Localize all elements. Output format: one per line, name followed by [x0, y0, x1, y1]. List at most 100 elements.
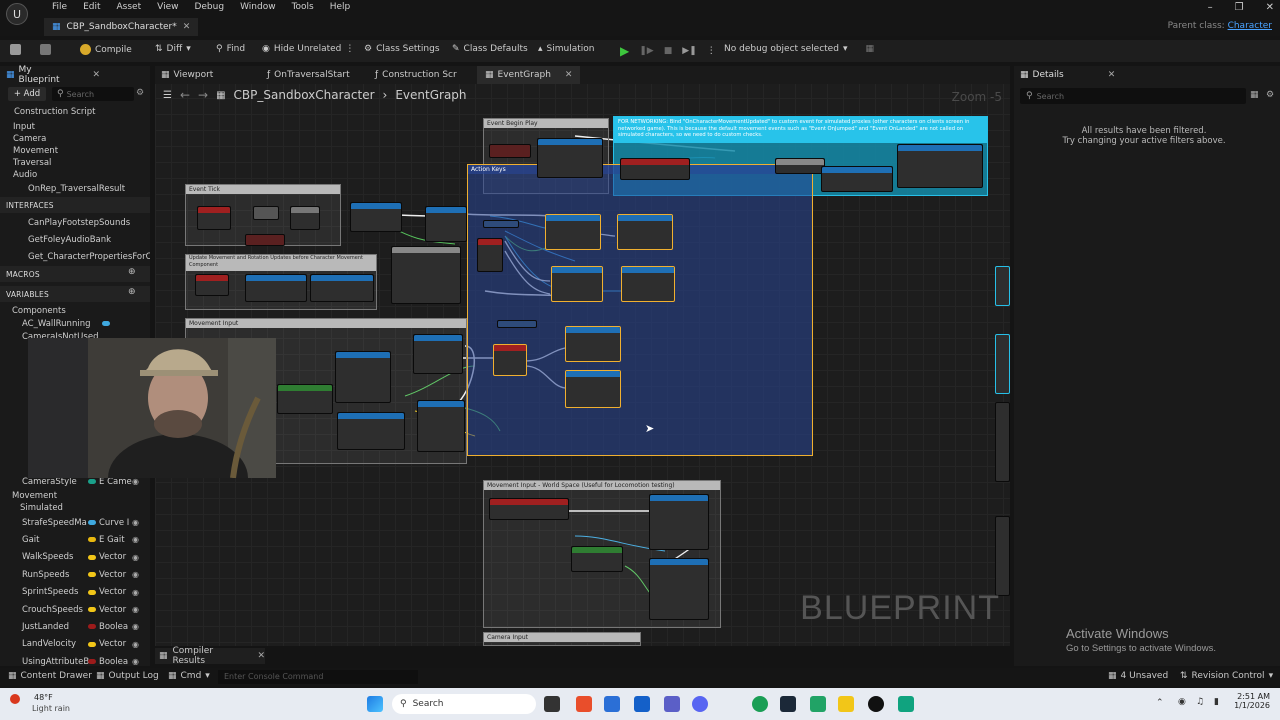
- settings-icon[interactable]: ⚙: [1266, 90, 1274, 100]
- class-defaults-button[interactable]: ✎ Class Defaults: [452, 44, 528, 54]
- app-icon-unreal[interactable]: [868, 696, 884, 712]
- unreal-logo-icon[interactable]: U: [6, 3, 28, 25]
- node-add-movement-input[interactable]: [413, 334, 463, 374]
- node-function-call[interactable]: [350, 202, 402, 232]
- interface-get-character-properties[interactable]: Get_CharacterPropertiesForC: [0, 249, 150, 264]
- app-icon-chatgpt[interactable]: [898, 696, 914, 712]
- variable-row[interactable]: SprintSpeeds Vector ◉: [0, 585, 150, 600]
- weather-widget[interactable]: 48°F Light rain: [8, 692, 70, 716]
- windows-start-icon[interactable]: [367, 696, 383, 712]
- eye-icon[interactable]: ◉: [132, 477, 139, 486]
- table-view-icon[interactable]: ▦: [1250, 90, 1259, 100]
- node-input-key[interactable]: [493, 344, 527, 376]
- revision-control-button[interactable]: ⇅ Revision Control ▾: [1180, 671, 1273, 681]
- settings-icon[interactable]: ⚙: [136, 88, 144, 98]
- output-log-button[interactable]: ▦ Output Log: [96, 671, 159, 681]
- variable-row[interactable]: JustLanded Boolea ◉: [0, 619, 150, 634]
- diff-button[interactable]: ⇅ Diff ▾: [155, 44, 191, 54]
- search-field[interactable]: ⚲ Search: [52, 87, 134, 101]
- node-function-call[interactable]: [425, 206, 467, 242]
- document-tab[interactable]: ▦ CBP_SandboxCharacter* ✕: [44, 18, 199, 36]
- node-input-action[interactable]: [497, 320, 537, 328]
- node-function-call[interactable]: [551, 266, 603, 302]
- node-add-movement-input[interactable]: [417, 400, 465, 452]
- node-offscreen[interactable]: [995, 402, 1010, 482]
- node-enhanced-input-action[interactable]: [489, 498, 569, 520]
- close-tab-icon[interactable]: ✕: [92, 70, 100, 80]
- close-tab-icon[interactable]: ✕: [183, 22, 191, 32]
- network-icon[interactable]: ◉: [1178, 697, 1186, 707]
- comment-action-keys[interactable]: Action Keys: [467, 164, 813, 456]
- node-event-tick[interactable]: [197, 206, 231, 230]
- save-button[interactable]: [10, 44, 21, 55]
- maximize-icon[interactable]: ❐: [1235, 2, 1244, 13]
- node-delay[interactable]: [245, 234, 285, 246]
- menu-view[interactable]: View: [149, 2, 186, 12]
- node-get-axis[interactable]: [277, 384, 333, 414]
- menu-help[interactable]: Help: [322, 2, 359, 12]
- node-add-movement-input[interactable]: [337, 412, 405, 450]
- tray-chevron-icon[interactable]: ⌃: [1156, 698, 1164, 708]
- node-custom-event[interactable]: [620, 158, 690, 180]
- stop-icon[interactable]: ■: [664, 46, 673, 56]
- close-tab-icon[interactable]: ✕: [257, 651, 265, 661]
- volume-icon[interactable]: ♫: [1196, 697, 1204, 707]
- menu-file[interactable]: File: [44, 2, 75, 12]
- node-macro[interactable]: [391, 246, 461, 304]
- more-icon[interactable]: ⋮: [707, 46, 716, 56]
- variable-row[interactable]: WalkSpeeds Vector ◉: [0, 550, 150, 565]
- debug-object-dropdown[interactable]: No debug object selected ▾ ▦: [724, 44, 874, 54]
- close-tab-icon[interactable]: ✕: [1108, 70, 1116, 80]
- compile-button[interactable]: Compile: [80, 44, 132, 55]
- menu-window[interactable]: Window: [232, 2, 284, 12]
- add-macro-icon[interactable]: ⊕: [128, 267, 136, 277]
- node-sequence[interactable]: [290, 206, 320, 230]
- node-add-movement-input[interactable]: [649, 558, 709, 620]
- eye-icon[interactable]: ◉: [132, 553, 139, 562]
- app-icon-sheets[interactable]: [810, 696, 826, 712]
- node-input-key[interactable]: [477, 238, 503, 272]
- simulation-button[interactable]: ▴ Simulation: [538, 44, 594, 54]
- simulated-category[interactable]: Simulated: [0, 500, 150, 515]
- node-event-begin-play[interactable]: [489, 144, 531, 158]
- eject-icon[interactable]: ▶❚: [682, 46, 696, 56]
- node-add-movement-input[interactable]: [335, 351, 391, 403]
- my-blueprint-tab[interactable]: ▦ My Blueprint ✕: [0, 65, 106, 85]
- comment-camera-input[interactable]: Camera Input: [483, 632, 641, 646]
- eye-icon[interactable]: ◉: [132, 518, 139, 527]
- app-icon-teams[interactable]: [664, 696, 680, 712]
- node-function-call[interactable]: [545, 214, 601, 250]
- app-icon-paint[interactable]: [576, 696, 592, 712]
- close-window-icon[interactable]: ✕: [1266, 2, 1274, 13]
- eye-icon[interactable]: ◉: [132, 605, 139, 614]
- menu-debug[interactable]: Debug: [186, 2, 232, 12]
- add-button[interactable]: + Add: [8, 87, 46, 101]
- app-icon-explorer[interactable]: [604, 696, 620, 712]
- node-function-call[interactable]: [617, 214, 673, 250]
- find-button[interactable]: ⚲ Find: [216, 44, 245, 54]
- compiler-results-tab[interactable]: ▦ Compiler Results ✕: [155, 646, 265, 666]
- browse-button[interactable]: [40, 44, 51, 55]
- unsaved-button[interactable]: ▦ 4 Unsaved: [1108, 671, 1168, 681]
- variable-row[interactable]: StrafeSpeedMa Curve I ◉: [0, 515, 150, 530]
- node-function-call[interactable]: [897, 144, 983, 188]
- node-offscreen[interactable]: [995, 516, 1010, 596]
- event-graph-canvas[interactable]: ▦ Viewport ƒ OnTraversalStart ƒ Constructio…: [155, 66, 1010, 646]
- clock[interactable]: 2:51 AM 1/1/2026: [1232, 692, 1270, 710]
- node-break-vector[interactable]: [571, 546, 623, 572]
- node-function-call[interactable]: [310, 274, 374, 302]
- play-icon[interactable]: ▶: [620, 44, 629, 58]
- node-input-action[interactable]: [483, 220, 519, 228]
- node-function-call[interactable]: [821, 166, 893, 192]
- eye-icon[interactable]: ◉: [132, 657, 139, 666]
- parent-class-link[interactable]: Character: [1228, 21, 1272, 31]
- variable-row[interactable]: LandVelocity Vector ◉: [0, 637, 150, 652]
- node-function-call[interactable]: [565, 370, 621, 408]
- interface-get-foley[interactable]: GetFoleyAudioBank: [0, 232, 150, 247]
- node-offscreen[interactable]: [995, 334, 1010, 394]
- graph-audio[interactable]: Audio: [0, 167, 150, 182]
- interface-can-play-footstep[interactable]: CanPlayFootstepSounds: [0, 215, 150, 230]
- graph-construction-script[interactable]: Construction Script: [0, 104, 150, 119]
- content-drawer-button[interactable]: ▦ Content Drawer: [8, 671, 92, 681]
- eye-icon[interactable]: ◉: [132, 622, 139, 631]
